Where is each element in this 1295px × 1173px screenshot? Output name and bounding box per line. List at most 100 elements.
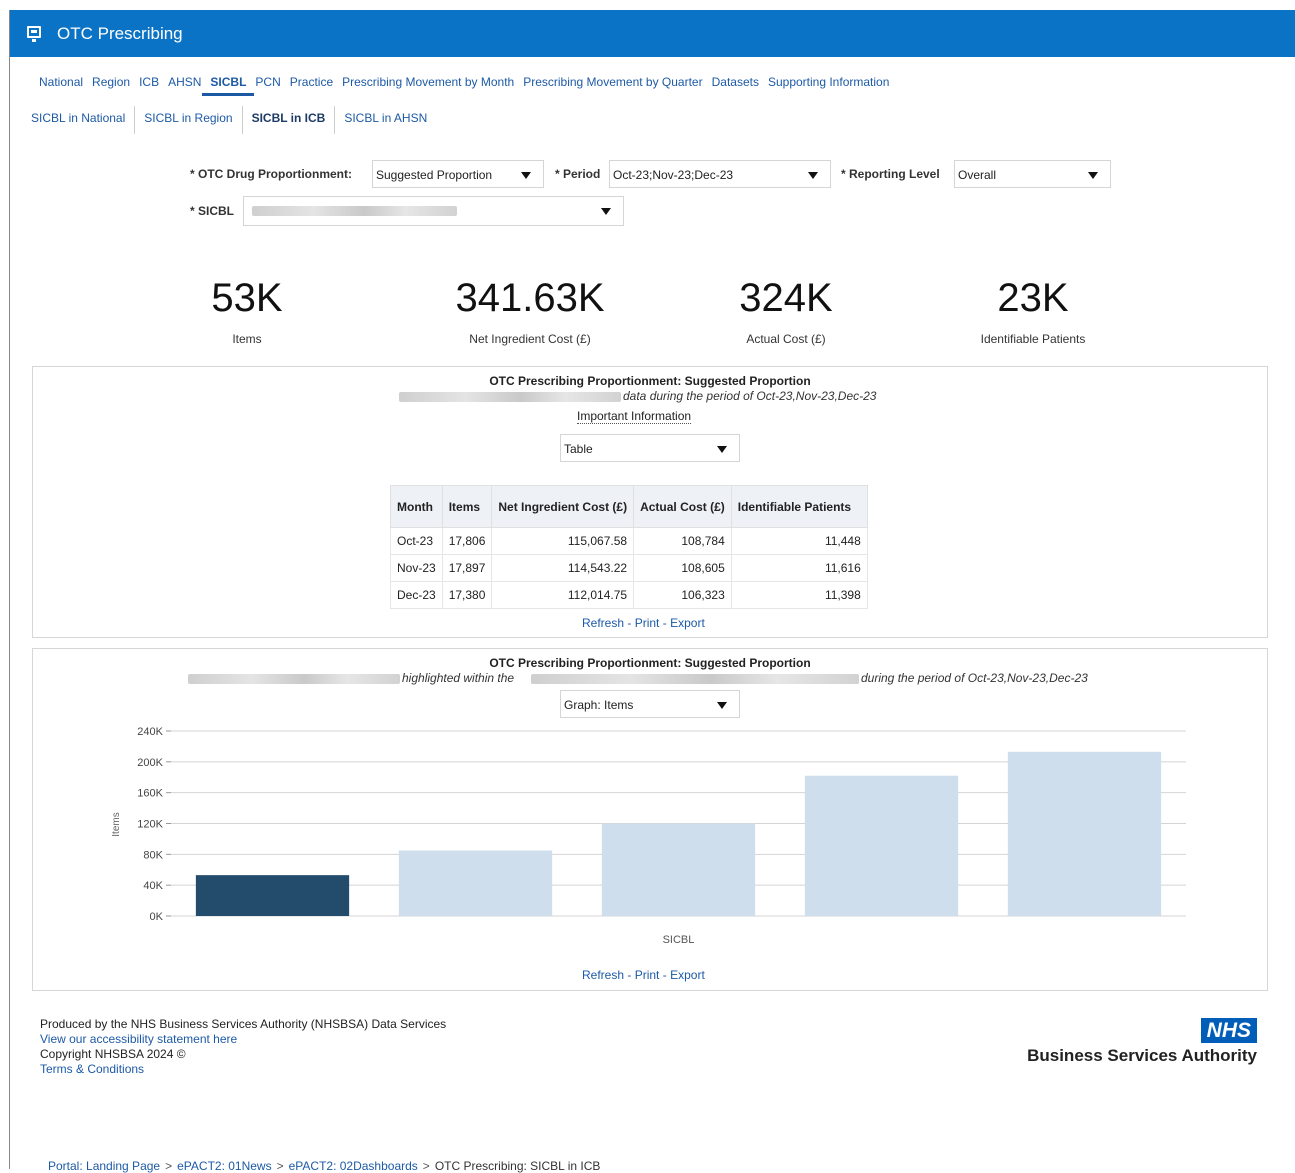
- bar[interactable]: [601, 823, 756, 917]
- graph-panel-subtitle-mid: highlighted within the: [402, 671, 515, 685]
- kpi-value: 341.63K: [455, 276, 605, 320]
- breadcrumb-item[interactable]: Portal: Landing Page: [48, 1159, 160, 1173]
- subtab-sicbl-in-national[interactable]: SICBL in National: [22, 106, 136, 134]
- table-row: Oct-23 17,806 115,067.58 108,784 11,448: [390, 527, 868, 555]
- y-tick-label: 120K: [137, 819, 163, 831]
- breadcrumb-separator: >: [165, 1159, 173, 1173]
- dashboard-tabs: National Region ICB AHSN SICBL PCN Practice Pre…: [39, 74, 898, 98]
- breadcrumb-separator: >: [276, 1159, 284, 1173]
- bar[interactable]: [1007, 751, 1162, 916]
- reporting-level-select[interactable]: Overall: [954, 160, 1111, 188]
- table-cell: 17,897: [441, 554, 493, 582]
- breadcrumb: Portal: Landing Page > ePACT2: 01News > ePAC…: [43, 1159, 605, 1173]
- table-actions: Refresh - Print - Export: [582, 616, 705, 630]
- subtab-sicbl-in-region[interactable]: SICBL in Region: [135, 106, 243, 134]
- proportionment-label: * OTC Drug Proportionment:: [190, 167, 352, 181]
- chevron-down-icon: [717, 702, 727, 709]
- separator: -: [627, 968, 635, 982]
- redacted-text: [252, 206, 457, 216]
- bar[interactable]: [398, 850, 553, 916]
- kpi-label: Net Ingredient Cost (£): [469, 332, 591, 346]
- presentation-icon: [27, 26, 41, 42]
- tab-region[interactable]: Region: [92, 74, 130, 96]
- refresh-link[interactable]: Refresh: [582, 968, 624, 982]
- accessibility-link[interactable]: View our accessibility statement here: [40, 1032, 446, 1047]
- y-tick-label: 0K: [150, 911, 164, 923]
- tab-icb[interactable]: ICB: [139, 74, 159, 96]
- column-header: Items: [441, 485, 493, 528]
- breadcrumb-item: OTC Prescribing: SICBL in ICB: [434, 1159, 601, 1173]
- print-link[interactable]: Print: [635, 968, 660, 982]
- y-tick-label: 240K: [137, 726, 163, 738]
- copyright-text: Copyright NHSBSA 2024 ©: [40, 1047, 186, 1061]
- chevron-down-icon: [808, 172, 818, 179]
- reporting-level-label: * Reporting Level: [841, 167, 940, 181]
- kpi-value: 23K: [997, 276, 1069, 320]
- bar[interactable]: [804, 775, 959, 916]
- y-axis-label: Items: [111, 812, 122, 836]
- chevron-down-icon: [601, 208, 611, 215]
- sicbl-select[interactable]: [243, 196, 624, 226]
- nhs-logo: NHS Business Services Authority: [1027, 1018, 1257, 1066]
- kpi-label: Actual Cost (£): [746, 332, 826, 346]
- y-tick-label: 80K: [143, 849, 163, 861]
- tab-practice[interactable]: Practice: [290, 74, 333, 96]
- data-table: Month Items Net Ingredient Cost (£) Actual …: [390, 485, 868, 609]
- column-header: Actual Cost (£): [633, 485, 732, 528]
- page-left-border: [9, 10, 10, 1169]
- column-header: Month: [390, 485, 443, 528]
- table-view-select[interactable]: Table: [560, 434, 740, 462]
- redacted-text: [188, 674, 400, 684]
- proportionment-value: Suggested Proportion: [376, 168, 493, 182]
- table-cell: 11,616: [730, 554, 868, 582]
- sicbl-label: * SICBL: [190, 204, 235, 218]
- tab-sicbl[interactable]: SICBL: [202, 74, 255, 96]
- breadcrumb-separator: >: [422, 1159, 430, 1173]
- redacted-text: [399, 392, 621, 402]
- graph-view-select[interactable]: Graph: Items: [560, 690, 740, 718]
- refresh-link[interactable]: Refresh: [582, 616, 624, 630]
- kpi-value: 324K: [739, 276, 833, 320]
- print-link[interactable]: Print: [635, 616, 660, 630]
- export-link[interactable]: Export: [670, 968, 705, 982]
- important-information-link[interactable]: Important Information: [577, 409, 692, 424]
- tab-supporting-information[interactable]: Supporting Information: [768, 74, 889, 96]
- table-row: Dec-23 17,380 112,014.75 106,323 11,398: [390, 581, 868, 609]
- kpi-label: Items: [232, 332, 262, 346]
- tab-datasets[interactable]: Datasets: [712, 74, 759, 96]
- nhs-logo-mark: NHS: [1200, 1018, 1257, 1043]
- breadcrumb-item[interactable]: ePACT2: 02Dashboards: [289, 1159, 418, 1173]
- export-link[interactable]: Export: [670, 616, 705, 630]
- separator: -: [662, 968, 671, 982]
- period-select[interactable]: Oct-23;Nov-23;Dec-23: [609, 160, 831, 188]
- table-cell: Dec-23: [390, 581, 443, 609]
- nhs-logo-org: Business Services Authority: [1027, 1046, 1257, 1065]
- tab-ahsn[interactable]: AHSN: [168, 74, 201, 96]
- redacted-text: [531, 674, 859, 684]
- produced-by-text: Produced by the NHS Business Services Au…: [40, 1017, 447, 1031]
- subpage-tabs: SICBL in National SICBL in Region SICBL in…: [22, 106, 436, 134]
- graph-actions: Refresh - Print - Export: [582, 968, 705, 982]
- tab-national[interactable]: National: [39, 74, 83, 96]
- table-cell: 108,605: [633, 554, 732, 582]
- period-value: Oct-23;Nov-23;Dec-23: [613, 168, 734, 182]
- app-title: OTC Prescribing: [57, 24, 183, 43]
- table-cell: Nov-23: [390, 554, 443, 582]
- table-cell: 17,806: [441, 527, 493, 555]
- bar-highlighted[interactable]: [195, 875, 350, 916]
- table-cell: 11,398: [730, 581, 868, 609]
- items-bar-chart: 0K 40K 80K 120K 160K 200K 240K SICBL Items: [111, 726, 1186, 946]
- tab-prescribing-movement-by-quarter[interactable]: Prescribing Movement by Quarter: [523, 74, 702, 96]
- tab-pcn[interactable]: PCN: [255, 74, 280, 96]
- proportionment-select[interactable]: Suggested Proportion: [372, 160, 544, 188]
- tab-prescribing-movement-by-month[interactable]: Prescribing Movement by Month: [342, 74, 514, 96]
- table-cell: 17,380: [441, 581, 493, 609]
- terms-link[interactable]: Terms & Conditions: [40, 1062, 446, 1077]
- column-header: Net Ingredient Cost (£): [491, 485, 635, 528]
- subtab-sicbl-in-icb[interactable]: SICBL in ICB: [243, 106, 336, 134]
- table-cell: 114,543.22: [491, 554, 635, 582]
- breadcrumb-item[interactable]: ePACT2: 01News: [177, 1159, 271, 1173]
- table-panel-subtitle: data during the period of Oct-23,Nov-23,…: [623, 389, 877, 403]
- subtab-sicbl-in-ahsn[interactable]: SICBL in AHSN: [335, 106, 436, 134]
- reporting-level-value: Overall: [958, 168, 997, 182]
